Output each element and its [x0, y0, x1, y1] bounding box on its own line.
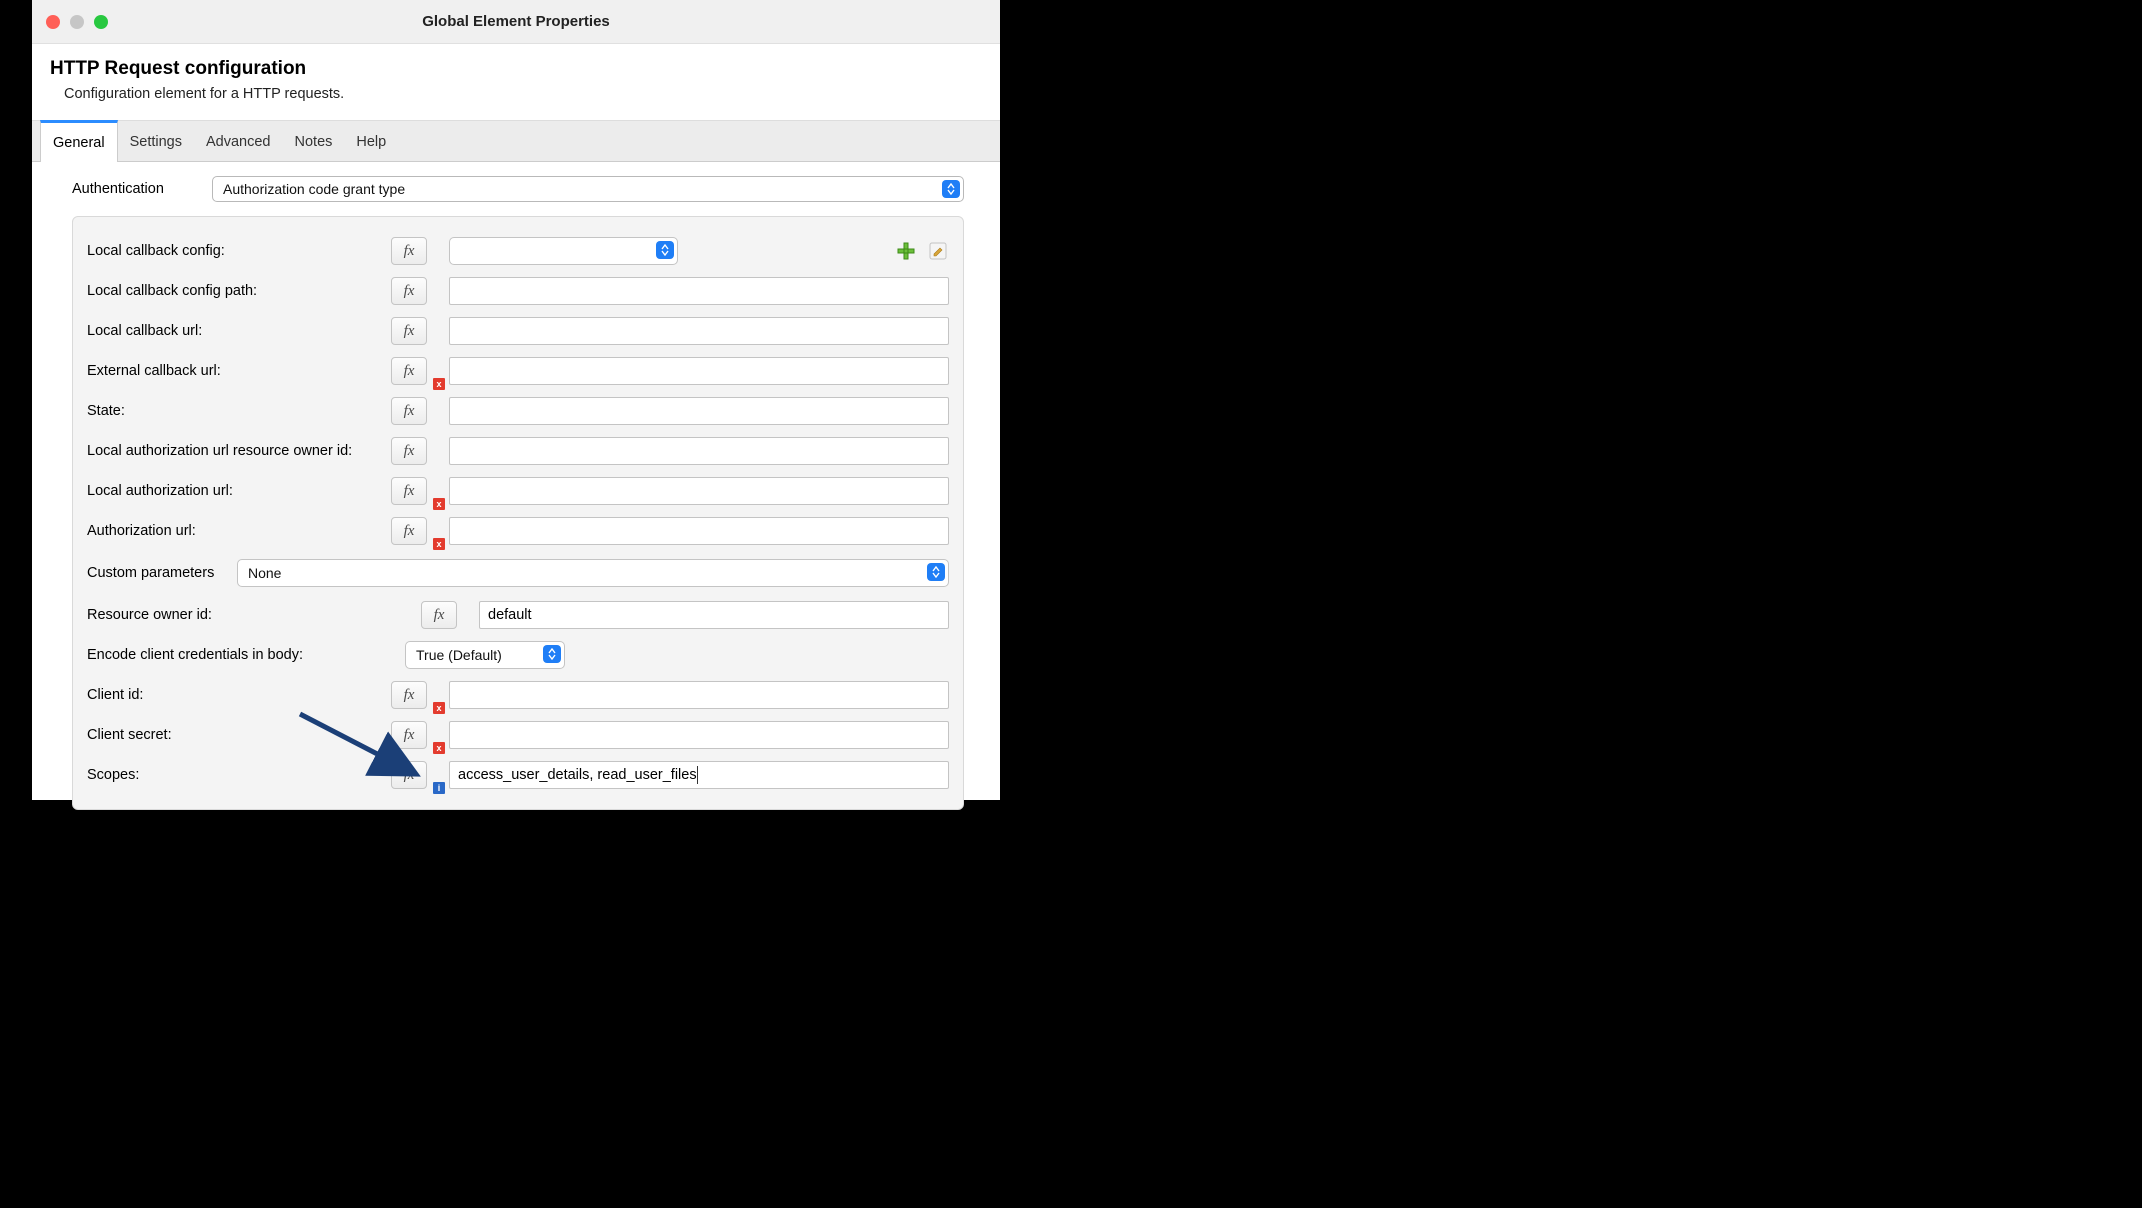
authentication-select[interactable]: Authorization code grant type [212, 176, 964, 202]
close-window-button[interactable] [46, 15, 60, 29]
fx-button[interactable]: fx [391, 761, 427, 789]
chevron-updown-icon [656, 241, 674, 259]
local-callback-url-input[interactable] [449, 317, 949, 345]
custom-parameters-select[interactable]: None [237, 559, 949, 587]
authentication-row: Authentication Authorization code grant … [72, 176, 964, 202]
tab-notes[interactable]: Notes [283, 119, 345, 161]
scopes-input[interactable]: access_user_details, read_user_files [449, 761, 949, 789]
row-client-secret: Client secret: fx x [87, 715, 949, 755]
auth-panel: Local callback config: fx [72, 216, 964, 810]
label-client-id: Client id: [87, 687, 391, 703]
fx-button[interactable]: fx [391, 317, 427, 345]
header: HTTP Request configuration Configuration… [32, 44, 1000, 120]
page-title: HTTP Request configuration [50, 58, 982, 80]
local-auth-url-input[interactable] [449, 477, 949, 505]
chevron-updown-icon [543, 645, 561, 663]
authentication-value: Authorization code grant type [223, 181, 405, 197]
dialog-window: Global Element Properties HTTP Request c… [32, 0, 1000, 800]
label-encode-body: Encode client credentials in body: [87, 647, 405, 663]
row-resource-owner-id: Resource owner id: fx [87, 595, 949, 635]
row-scopes: Scopes: fx i access_user_details, read_u… [87, 755, 949, 795]
label-local-auth-url: Local authorization url: [87, 483, 391, 499]
client-id-input[interactable] [449, 681, 949, 709]
local-auth-url-ro-id-input[interactable] [449, 437, 949, 465]
fx-button[interactable]: fx [391, 721, 427, 749]
label-custom-parameters: Custom parameters [87, 565, 237, 581]
required-icon: x [433, 378, 445, 390]
row-local-auth-url: Local authorization url: fx x [87, 471, 949, 511]
label-local-auth-url-ro-id: Local authorization url resource owner i… [87, 443, 391, 459]
scopes-value: access_user_details, read_user_files [458, 767, 697, 783]
row-authorization-url: Authorization url: fx x [87, 511, 949, 551]
row-external-callback-url: External callback url: fx x [87, 351, 949, 391]
authorization-url-input[interactable] [449, 517, 949, 545]
encode-body-select[interactable]: True (Default) [405, 641, 565, 669]
row-encode-body: Encode client credentials in body: True … [87, 635, 949, 675]
tab-settings[interactable]: Settings [118, 119, 194, 161]
content-area: Authentication Authorization code grant … [32, 162, 1000, 824]
tab-help[interactable]: Help [344, 119, 398, 161]
authentication-label: Authentication [72, 181, 192, 197]
window-title: Global Element Properties [32, 13, 1000, 30]
info-icon: i [433, 782, 445, 794]
label-authorization-url: Authorization url: [87, 523, 391, 539]
chevron-updown-icon [942, 180, 960, 198]
required-icon: x [433, 742, 445, 754]
client-secret-input[interactable] [449, 721, 949, 749]
window-controls [32, 15, 108, 29]
titlebar: Global Element Properties [32, 0, 1000, 44]
row-state: State: fx [87, 391, 949, 431]
zoom-window-button[interactable] [94, 15, 108, 29]
label-client-secret: Client secret: [87, 727, 391, 743]
label-scopes: Scopes: [87, 767, 391, 783]
local-callback-config-select[interactable] [449, 237, 678, 265]
fx-button[interactable]: fx [391, 437, 427, 465]
fx-button[interactable]: fx [391, 237, 427, 265]
row-local-callback-config-path: Local callback config path: fx [87, 271, 949, 311]
row-local-auth-url-ro-id: Local authorization url resource owner i… [87, 431, 949, 471]
fx-button[interactable]: fx [391, 277, 427, 305]
fx-button[interactable]: fx [421, 601, 457, 629]
minimize-window-button[interactable] [70, 15, 84, 29]
state-input[interactable] [449, 397, 949, 425]
edit-icon[interactable] [927, 240, 949, 262]
chevron-updown-icon [927, 563, 945, 581]
fx-button[interactable]: fx [391, 681, 427, 709]
tab-bar: General Settings Advanced Notes Help [32, 120, 1000, 162]
encode-body-value: True (Default) [416, 647, 502, 663]
label-external-callback-url: External callback url: [87, 363, 391, 379]
label-state: State: [87, 403, 391, 419]
label-resource-owner-id: Resource owner id: [87, 607, 421, 623]
row-custom-parameters: Custom parameters None [87, 551, 949, 595]
page-subtitle: Configuration element for a HTTP request… [64, 86, 982, 102]
add-icon[interactable] [895, 240, 917, 262]
row-client-id: Client id: fx x [87, 675, 949, 715]
label-local-callback-config-path: Local callback config path: [87, 283, 391, 299]
resource-owner-id-input[interactable] [479, 601, 949, 629]
fx-button[interactable]: fx [391, 357, 427, 385]
tab-general[interactable]: General [40, 120, 118, 162]
required-icon: x [433, 702, 445, 714]
label-local-callback-config: Local callback config: [87, 243, 391, 259]
label-local-callback-url: Local callback url: [87, 323, 391, 339]
external-callback-url-input[interactable] [449, 357, 949, 385]
local-callback-config-path-input[interactable] [449, 277, 949, 305]
fx-button[interactable]: fx [391, 477, 427, 505]
required-icon: x [433, 498, 445, 510]
required-icon: x [433, 538, 445, 550]
custom-parameters-value: None [248, 565, 281, 581]
row-local-callback-url: Local callback url: fx [87, 311, 949, 351]
text-caret [697, 766, 698, 784]
tab-advanced[interactable]: Advanced [194, 119, 283, 161]
fx-button[interactable]: fx [391, 517, 427, 545]
fx-button[interactable]: fx [391, 397, 427, 425]
row-local-callback-config: Local callback config: fx [87, 231, 949, 271]
